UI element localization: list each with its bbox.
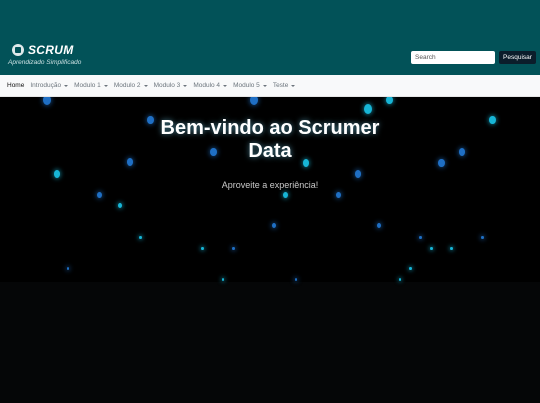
particle-dot xyxy=(231,246,235,251)
hero-bottom-shade xyxy=(0,282,540,403)
particle-dot xyxy=(272,223,276,228)
caret-down-icon xyxy=(64,84,69,87)
hero-section: Bem-vindo ao Scrumer Data Aproveite a ex… xyxy=(0,97,540,403)
hero-subtitle: Aproveite a experiência! xyxy=(221,180,319,190)
brand-tagline: Aprendizado Simplificado xyxy=(8,59,82,66)
top-header: SCRUM Aprendizado Simplificado Pesquisar xyxy=(0,0,540,75)
main-nav: Home Introdução Modulo 1 Modulo 2 Modulo… xyxy=(0,75,540,97)
particle-dot xyxy=(399,278,401,281)
nav-item-modulo-5[interactable]: Modulo 5 xyxy=(233,82,267,89)
particle-dot xyxy=(282,191,288,198)
nav-item-home[interactable]: Home xyxy=(7,82,24,89)
search-input[interactable] xyxy=(411,51,495,64)
brand-name: SCRUM xyxy=(28,43,74,57)
particle-dot xyxy=(335,191,341,198)
particle-dot xyxy=(138,235,142,240)
particle-dot xyxy=(385,97,393,105)
caret-down-icon xyxy=(103,84,108,87)
particle-dot xyxy=(377,223,381,228)
particle-dot xyxy=(67,267,69,270)
particle-dot xyxy=(200,246,204,251)
particle-dot xyxy=(480,235,484,240)
caret-down-icon xyxy=(262,84,267,87)
hero-title: Bem-vindo ao Scrumer Data xyxy=(160,117,380,162)
caret-down-icon xyxy=(143,84,148,87)
particle-dot xyxy=(364,104,372,114)
particle-dot xyxy=(96,191,102,198)
brand[interactable]: SCRUM Aprendizado Simplificado xyxy=(8,43,81,66)
nav-item-modulo-1[interactable]: Modulo 1 xyxy=(74,82,108,89)
nav-item-introducao[interactable]: Introdução xyxy=(30,82,69,89)
nav-item-modulo-4[interactable]: Modulo 4 xyxy=(193,82,228,89)
particle-dot xyxy=(295,278,297,281)
book-icon xyxy=(12,44,24,56)
search-form: Pesquisar xyxy=(411,51,536,64)
particle-dot xyxy=(43,97,51,105)
nav-item-modulo-3[interactable]: Modulo 3 xyxy=(154,82,188,89)
particle-dot xyxy=(418,235,422,240)
particle-dot xyxy=(54,170,60,178)
particle-dot xyxy=(250,97,258,105)
particle-dot xyxy=(118,203,122,208)
nav-item-teste[interactable]: Teste xyxy=(273,82,296,89)
nav-item-modulo-2[interactable]: Modulo 2 xyxy=(114,82,148,89)
particle-dot xyxy=(408,266,412,271)
caret-down-icon xyxy=(223,84,228,87)
caret-down-icon xyxy=(291,84,296,87)
particle-dot xyxy=(222,278,224,281)
particle-dot xyxy=(355,170,361,178)
particle-dot xyxy=(429,246,433,251)
search-button[interactable]: Pesquisar xyxy=(499,51,536,64)
particle-dot xyxy=(449,246,453,251)
caret-down-icon xyxy=(183,84,188,87)
